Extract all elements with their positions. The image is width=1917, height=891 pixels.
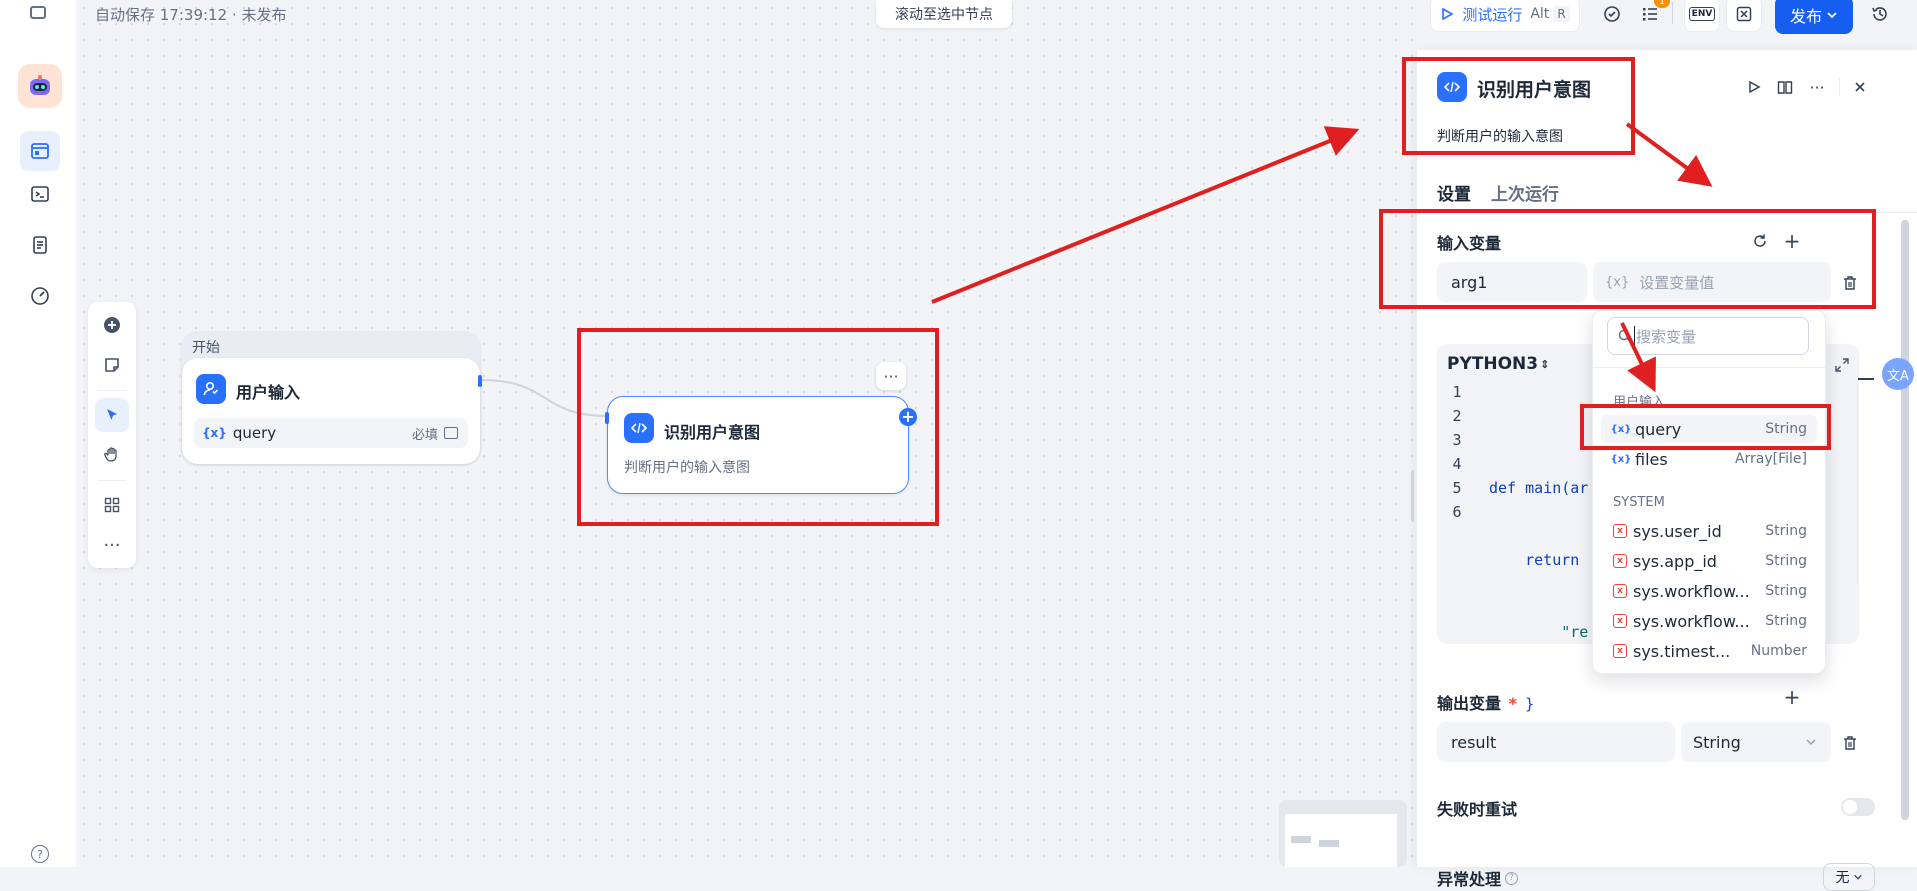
error-handling-value: 无 [1835, 870, 1850, 886]
error-handling-select[interactable]: 无 [1823, 863, 1875, 891]
error-label-text: 异常处理 [1437, 870, 1502, 889]
error-handling-label: 异常处理 ? [1437, 866, 1519, 890]
annotation-arrow [931, 126, 1360, 304]
annotation-arrow [1625, 122, 1713, 187]
info-icon: ? [1505, 871, 1519, 885]
annotation-arrow [1620, 322, 1656, 393]
chevron-down-icon [1853, 874, 1862, 880]
annotation-arrows [931, 122, 1713, 393]
